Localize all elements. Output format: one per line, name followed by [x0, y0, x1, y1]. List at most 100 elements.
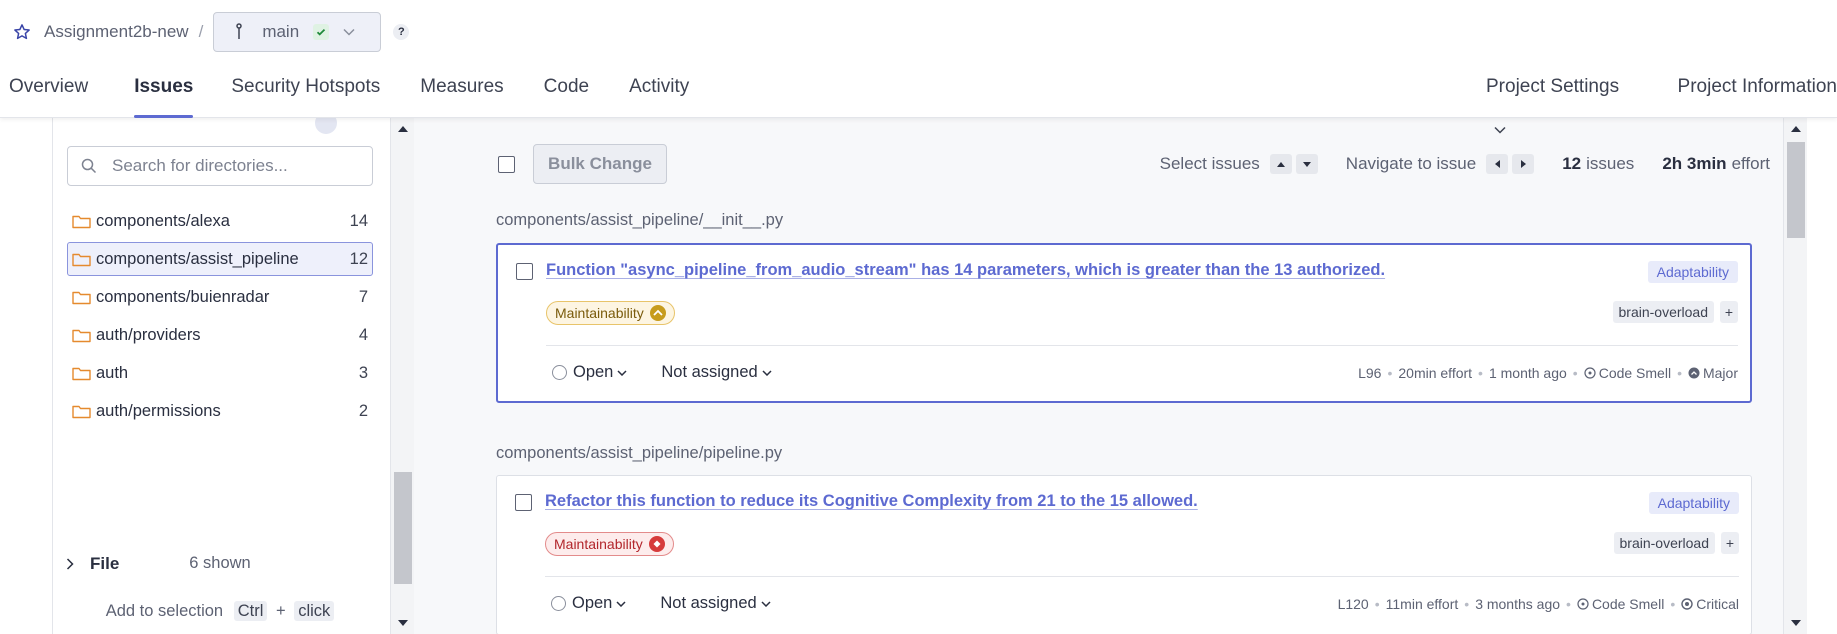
- breadcrumb-separator: /: [198, 22, 204, 41]
- issue-card[interactable]: Refactor this function to reduce its Cog…: [496, 475, 1752, 634]
- severity-critical-icon: [1681, 598, 1693, 610]
- issue-status-row: Open Not assigned: [551, 594, 771, 613]
- directory-item[interactable]: auth/permissions 2: [67, 394, 373, 428]
- scrollbar-thumb[interactable]: [1787, 142, 1805, 238]
- issues-toolbar: Bulk Change Select issues Navigate to is…: [498, 144, 1770, 184]
- folder-icon: [72, 213, 92, 229]
- chevron-down-icon: [762, 369, 772, 376]
- directory-count: 3: [358, 363, 368, 382]
- issues-count: 12: [1562, 154, 1582, 173]
- severity-high-icon: [648, 536, 665, 552]
- status-open-icon: [551, 596, 566, 611]
- clean-code-attribute-badge: Adaptability: [1647, 261, 1738, 283]
- project-information-link[interactable]: Project Information: [1678, 66, 1837, 118]
- select-issues-label: Select issues: [1159, 154, 1260, 173]
- toolbar-right: Select issues Navigate to issue 12 issue…: [1160, 144, 1770, 184]
- directory-count: 12: [349, 249, 368, 268]
- issue-age[interactable]: 1 month ago: [1489, 365, 1567, 381]
- issue-tags: brain-overload +: [1612, 301, 1738, 323]
- issue-card[interactable]: Function "async_pipeline_from_audio_stre…: [496, 243, 1752, 403]
- issue-tags: brain-overload +: [1613, 532, 1739, 554]
- facet-clear-icon[interactable]: [315, 118, 337, 134]
- add-tag-button[interactable]: +: [1720, 301, 1738, 323]
- project-nav: Overview Issues Security Hotspots Measur…: [0, 66, 689, 118]
- directory-count: 7: [358, 287, 368, 306]
- folder-icon: [72, 289, 92, 305]
- status-dropdown[interactable]: Open: [572, 594, 612, 613]
- tab-measures[interactable]: Measures: [420, 66, 503, 118]
- issues-list-panel: Bulk Change Select issues Navigate to is…: [414, 118, 1783, 634]
- kbd-click: click: [294, 601, 335, 621]
- branch-selector[interactable]: main: [213, 12, 382, 52]
- directory-item-selected[interactable]: components/assist_pipeline 12: [67, 242, 373, 276]
- software-quality-badge[interactable]: Maintainability: [546, 301, 675, 325]
- code-smell-icon: [1584, 367, 1596, 379]
- arrow-right-key-icon: [1512, 154, 1535, 174]
- directory-item[interactable]: auth/providers 4: [67, 318, 373, 352]
- help-icon[interactable]: ?: [393, 24, 410, 40]
- code-smell-icon: [1577, 598, 1589, 610]
- bulk-change-button[interactable]: Bulk Change: [533, 144, 667, 184]
- tab-overview[interactable]: Overview: [9, 66, 88, 118]
- software-quality-badge[interactable]: Maintainability: [545, 532, 674, 556]
- directory-item[interactable]: components/alexa 14: [67, 204, 373, 238]
- issue-line[interactable]: L120: [1338, 596, 1369, 612]
- scroll-down-icon[interactable]: [1790, 618, 1802, 628]
- directory-item[interactable]: components/buienradar 7: [67, 280, 373, 314]
- scroll-down-icon[interactable]: [397, 618, 409, 628]
- issue-meta: L120 • 11min effort • 3 months ago • Cod…: [1337, 596, 1739, 612]
- assignee-dropdown[interactable]: Not assigned: [660, 594, 771, 613]
- directory-item[interactable]: auth 3: [67, 356, 373, 390]
- tab-activity[interactable]: Activity: [629, 66, 689, 118]
- tab-code[interactable]: Code: [544, 66, 589, 118]
- tab-security-hotspots[interactable]: Security Hotspots: [231, 66, 380, 118]
- issue-checkbox[interactable]: [516, 263, 533, 280]
- directory-name: components/alexa: [96, 211, 230, 230]
- divider: [546, 345, 1738, 346]
- sidebar-scrollbar[interactable]: [390, 118, 414, 634]
- directory-name: components/assist_pipeline: [96, 249, 299, 268]
- issue-line[interactable]: L96: [1358, 365, 1381, 381]
- directory-search-input[interactable]: [112, 156, 352, 176]
- clean-code-attribute-badge: Adaptability: [1648, 492, 1739, 514]
- component-path: components/assist_pipeline/__init__.py: [496, 211, 784, 229]
- main-scrollbar[interactable]: [1783, 118, 1807, 634]
- add-to-selection-hint: Add to selection Ctrl + click: [67, 601, 373, 621]
- kbd-ctrl: Ctrl: [233, 601, 268, 621]
- severity-medium-icon: [649, 305, 666, 321]
- assignee-label: Not assigned: [661, 363, 758, 381]
- scroll-up-icon[interactable]: [397, 124, 409, 134]
- select-all-checkbox[interactable]: [498, 155, 515, 173]
- issue-severity: Major: [1702, 365, 1738, 381]
- issue-meta: L96 • 20min effort • 1 month ago • Code …: [1358, 365, 1738, 381]
- branch-name: main: [262, 22, 300, 41]
- project-name-link[interactable]: Assignment2b-new: [44, 22, 189, 42]
- divider: [545, 576, 1739, 577]
- issue-title-link[interactable]: Function "async_pipeline_from_audio_stre…: [546, 261, 1385, 280]
- project-settings-menu[interactable]: Project Settings: [1486, 66, 1638, 134]
- total-effort: 2h 3min: [1662, 154, 1727, 173]
- issue-age[interactable]: 3 months ago: [1475, 596, 1560, 612]
- add-tag-button[interactable]: +: [1721, 532, 1739, 554]
- severity-major-icon: [1688, 367, 1700, 379]
- quality-label: Maintainability: [555, 305, 644, 321]
- directory-count: 14: [349, 211, 368, 230]
- assignee-dropdown[interactable]: Not assigned: [661, 363, 772, 382]
- directory-name: components/buienradar: [96, 287, 270, 306]
- tag[interactable]: brain-overload: [1612, 301, 1714, 323]
- arrow-left-key-icon: [1486, 154, 1509, 174]
- tab-issues[interactable]: Issues: [134, 66, 194, 118]
- file-facet-header[interactable]: File: [66, 554, 119, 574]
- status-dropdown[interactable]: Open: [573, 363, 613, 382]
- scrollbar-thumb[interactable]: [394, 472, 412, 584]
- navigate-label: Navigate to issue: [1345, 154, 1477, 173]
- issue-title-link[interactable]: Refactor this function to reduce its Cog…: [545, 492, 1198, 511]
- issue-effort: 20min effort: [1398, 365, 1473, 381]
- issue-checkbox[interactable]: [515, 494, 532, 511]
- directory-search[interactable]: [67, 146, 373, 186]
- hint-text: Add to selection: [105, 602, 224, 620]
- star-icon[interactable]: [12, 22, 32, 42]
- effort-label: effort: [1731, 154, 1770, 173]
- tag[interactable]: brain-overload: [1613, 532, 1715, 554]
- scroll-up-icon[interactable]: [1790, 124, 1802, 134]
